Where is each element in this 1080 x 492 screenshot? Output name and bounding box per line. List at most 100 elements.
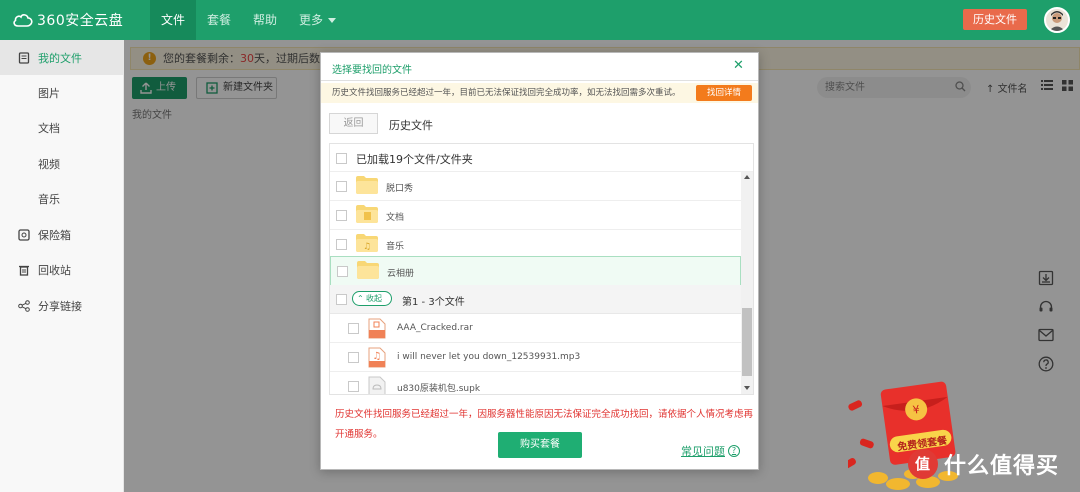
back-button[interactable]: 返回 (329, 113, 378, 134)
music-folder-icon: ♫ (356, 234, 378, 252)
dialog-title: 选择要找回的文件 (332, 65, 412, 76)
sidebar-item-videos[interactable]: 视频 (0, 146, 124, 181)
sidebar-item-trash[interactable]: 回收站 (0, 252, 124, 287)
dialog-warning: 历史文件找回服务已经超过一年，目前已无法保证找回完全成功率，如无法找回需多次重试… (321, 83, 758, 103)
list-item[interactable]: ♫ 音乐 (330, 230, 741, 259)
sidebar-item-documents[interactable]: 文档 (0, 110, 124, 145)
list-item[interactable]: u830原装机包.supk (330, 372, 741, 394)
file-group-header: ⌃ 收起 第1 - 3个文件 (330, 285, 741, 314)
file-name: AAA_Cracked.rar (397, 323, 473, 333)
group-label: 第1 - 3个文件 (402, 297, 465, 308)
trash-icon (19, 265, 29, 276)
sidebar-item-label: 我的文件 (38, 51, 82, 65)
message-button[interactable] (1034, 323, 1058, 347)
watermark: 值 什么值得买 (908, 448, 1059, 480)
scroll-up-icon[interactable] (744, 175, 750, 179)
user-avatar-icon (1046, 9, 1068, 31)
archive-file-icon (368, 318, 386, 339)
list-item[interactable]: ♫ i will never let you down_12539931.mp3 (330, 343, 741, 372)
nav-item-more[interactable]: 更多 (288, 0, 347, 40)
restore-details-button[interactable]: 找回详情 (696, 85, 752, 101)
share-icon (18, 299, 30, 312)
question-icon: ? (728, 445, 740, 457)
list-item[interactable]: 文档 (330, 201, 741, 230)
chevron-down-icon (328, 18, 337, 23)
sidebar-item-label: 保险箱 (38, 228, 71, 242)
sidebar-item-label: 音乐 (38, 192, 60, 206)
sidebar-item-label: 回收站 (38, 263, 71, 277)
safe-icon (18, 228, 30, 241)
file-name: 音乐 (386, 242, 405, 252)
row-checkbox[interactable] (348, 323, 359, 334)
row-checkbox[interactable] (337, 266, 348, 277)
row-checkbox[interactable] (336, 181, 347, 192)
app-logo[interactable]: 360安全云盘 (12, 9, 123, 31)
sidebar-item-images[interactable]: 图片 (0, 75, 124, 110)
nav-item-more-label: 更多 (299, 13, 324, 27)
scrollbar[interactable] (741, 172, 753, 394)
sidebar-item-label: 视频 (38, 157, 60, 171)
svg-text:♫: ♫ (363, 242, 371, 252)
sidebar-item-label: 分享链接 (38, 299, 82, 313)
sidebar-item-share-links[interactable]: 分享链接 (0, 288, 124, 323)
help-button[interactable] (1034, 352, 1058, 376)
file-name: u830原装机包.supk (397, 384, 481, 394)
nav-item-plans[interactable]: 套餐 (196, 0, 242, 40)
file-name: i will never let you down_12539931.mp3 (397, 352, 581, 362)
app-logo-text: 360安全云盘 (37, 13, 124, 29)
list-item[interactable]: 脱口秀 (330, 172, 741, 201)
select-all-checkbox[interactable] (336, 153, 347, 164)
collapse-button[interactable]: ⌃ 收起 (352, 291, 392, 306)
music-file-icon: ♫ (368, 347, 386, 368)
customer-service-button[interactable] (1034, 295, 1058, 319)
nav-item-files[interactable]: 文件 (150, 0, 197, 40)
file-list-header: 已加载19个文件/文件夹 (330, 144, 753, 172)
chevron-up-icon: ⌃ (357, 294, 364, 303)
buy-plan-button[interactable]: 购买套餐 (498, 432, 582, 458)
cloud-logo-icon (13, 14, 33, 27)
avatar[interactable] (1044, 7, 1070, 33)
watermark-text: 什么值得买 (944, 454, 1060, 479)
mail-icon (1038, 328, 1054, 342)
unknown-file-icon (368, 376, 386, 394)
question-icon (1038, 356, 1054, 372)
file-name: 文档 (386, 213, 405, 223)
sidebar-item-my-files[interactable]: 我的文件 (0, 40, 124, 75)
main-nav: 文件 套餐 帮助 更多 (150, 0, 347, 40)
file-icon (18, 51, 30, 64)
file-name: 云相册 (387, 269, 415, 279)
svg-text:♫: ♫ (373, 351, 382, 362)
sidebar: 我的文件 图片 文档 视频 音乐 保险箱 回收站 分享链接 (0, 40, 124, 492)
faq-label: 常见问题 (681, 445, 725, 458)
close-icon[interactable]: ✕ (733, 58, 744, 73)
document-folder-icon (356, 205, 378, 223)
restore-files-dialog: 选择要找回的文件 ✕ 历史文件找回服务已经超过一年，目前已无法保证找回完全成功率… (320, 52, 759, 470)
file-list: 已加载19个文件/文件夹 脱口秀 文档 ♫ 音乐 云相册 ⌃ 收起 第1 - 3个… (329, 143, 754, 395)
faq-link[interactable]: 常见问题? (681, 443, 740, 459)
sidebar-item-label: 图片 (38, 86, 60, 100)
dialog-breadcrumb: 历史文件 (389, 119, 433, 132)
row-checkbox[interactable] (336, 239, 347, 250)
row-checkbox[interactable] (336, 210, 347, 221)
group-checkbox[interactable] (336, 294, 347, 305)
folder-icon (357, 261, 379, 279)
nav-item-help[interactable]: 帮助 (242, 0, 288, 40)
file-name: 脱口秀 (386, 184, 414, 194)
history-files-button[interactable]: 历史文件 (963, 9, 1027, 30)
download-client-button[interactable] (1034, 266, 1058, 290)
top-bar: 360安全云盘 文件 套餐 帮助 更多 历史文件 (0, 0, 1080, 40)
sidebar-item-music[interactable]: 音乐 (0, 181, 124, 216)
list-item[interactable]: AAA_Cracked.rar (330, 314, 741, 343)
folder-icon (356, 176, 378, 194)
sidebar-item-label: 文档 (38, 121, 60, 135)
row-checkbox[interactable] (348, 381, 359, 392)
loaded-count-label: 已加载19个文件/文件夹 (356, 153, 473, 166)
sidebar-item-safe[interactable]: 保险箱 (0, 217, 124, 252)
collapse-label: 收起 (366, 294, 382, 303)
download-icon (1038, 270, 1054, 286)
scrollbar-thumb[interactable] (742, 308, 752, 376)
list-item-selected[interactable]: 云相册 (330, 256, 741, 286)
row-checkbox[interactable] (348, 352, 359, 363)
scroll-down-icon[interactable] (744, 386, 750, 390)
headset-icon (1039, 300, 1053, 312)
